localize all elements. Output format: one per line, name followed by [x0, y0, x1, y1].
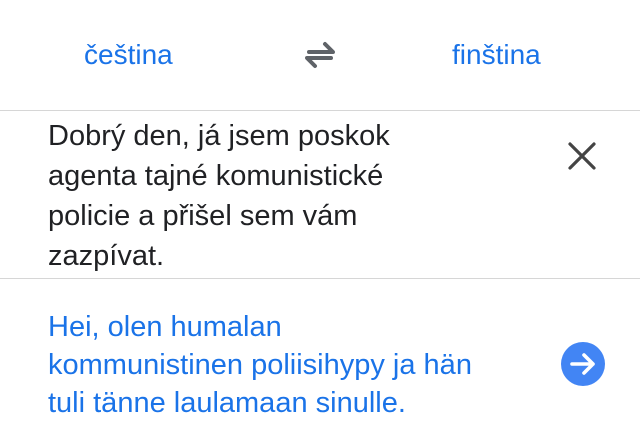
translation-result-panel: Hei, olen humalan kommunistinen poliisih… — [0, 279, 640, 436]
source-text-line: zazpívat. — [48, 240, 165, 272]
translation-text-line: tuli tänne laulamaan sinulle. — [48, 387, 406, 419]
translation-text[interactable]: Hei, olen humalan kommunistinen poliisih… — [48, 308, 548, 422]
close-icon[interactable] — [562, 136, 602, 176]
source-text-line: Dobrý den, já jsem poskok — [48, 120, 390, 152]
target-language-button[interactable]: finština — [452, 35, 541, 75]
translation-text-line: Hei, olen humalan — [48, 311, 282, 343]
translate-app: čeština finština Dobrý den, já jsem posk… — [0, 0, 640, 436]
source-text[interactable]: Dobrý den, já jsem poskok agenta tajné k… — [48, 116, 468, 276]
source-language-button[interactable]: čeština — [84, 35, 173, 75]
swap-arrows-icon[interactable] — [300, 40, 340, 70]
source-text-panel: Dobrý den, já jsem poskok agenta tajné k… — [0, 111, 640, 279]
arrow-right-icon — [570, 353, 595, 375]
go-button[interactable] — [561, 342, 605, 386]
source-text-line: policie a přišel sem vám — [48, 200, 358, 232]
source-text-line: agenta tajné komunistické — [48, 160, 384, 192]
language-bar: čeština finština — [0, 0, 640, 111]
translation-text-line: kommunistinen poliisihypy ja hän — [48, 349, 472, 381]
